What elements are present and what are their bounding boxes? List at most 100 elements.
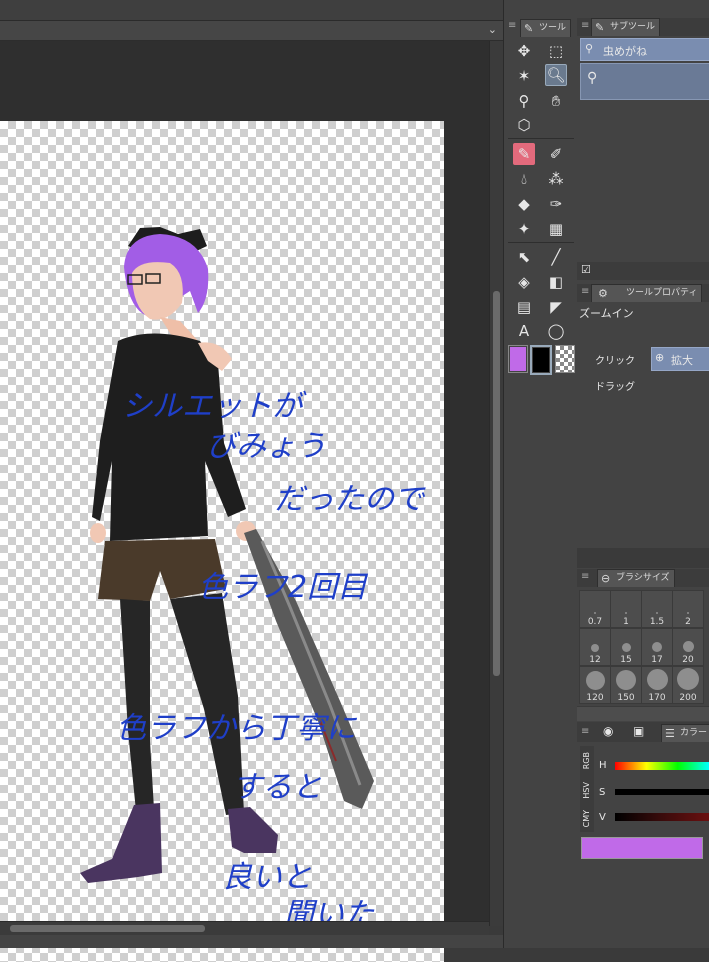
brush-size-cell[interactable]: 150	[610, 666, 642, 704]
horizontal-scroll-thumb[interactable]	[10, 925, 205, 932]
menu-icon[interactable]: ≡	[581, 286, 589, 297]
tab-color[interactable]: ☰ カラー	[661, 724, 709, 742]
settings-icon[interactable]: ☑	[581, 263, 591, 276]
saturation-slider[interactable]	[615, 789, 709, 795]
brush-size-cell[interactable]: 15	[610, 628, 642, 666]
cmy-tab[interactable]: CMY	[582, 810, 591, 827]
transparent-color-swatch[interactable]	[555, 345, 575, 373]
move-tool-icon[interactable]: ✥	[513, 40, 535, 62]
brush-size-value: 2	[685, 617, 691, 627]
airbrush-tool-icon[interactable]: ⁂	[545, 168, 567, 190]
zoom-tool-icon[interactable]: 🔍︎	[545, 64, 567, 86]
line-tool-icon[interactable]: ╱	[545, 246, 567, 268]
object-select-tool-icon[interactable]: ⬉	[513, 246, 535, 268]
tab-subtool-label: サブツール	[610, 22, 656, 32]
tool-palette: ≡ ✎ ツール ✥ ⬚ ✶ 🔍︎ ⚲ ✋︎ ⬡ ✎ ✐ 💧︎ ⁂ ◆ ✑ ✦ ▦…	[503, 0, 578, 948]
3d-object-tool-icon[interactable]: ⬡	[513, 114, 535, 136]
brush-size-preview-dot	[591, 644, 599, 652]
grid-tool-icon[interactable]: ▦	[545, 218, 567, 240]
ruler-tool-icon[interactable]: ◤	[545, 296, 567, 318]
tab-tool[interactable]: ✎ ツール	[520, 19, 572, 37]
tab-brush-size[interactable]: ⊖ ブラシサイズ	[597, 569, 675, 587]
color-wheel-icon[interactable]: ◉	[603, 724, 613, 738]
pen-tool-icon[interactable]: ✎	[513, 143, 535, 165]
tool-property-footer	[577, 548, 709, 568]
color-mode-tabs: RGB HSV CMY	[580, 746, 594, 832]
magic-wand-tool-icon[interactable]: ✶	[513, 65, 535, 87]
sparkle-tool-icon[interactable]: ✦	[513, 218, 535, 240]
subtool-item-label: 虫めがね	[603, 45, 647, 58]
menu-icon[interactable]: ≡	[581, 571, 589, 582]
color-set-icon[interactable]: ▣	[633, 724, 644, 738]
tool-property-title: ズームイン	[579, 307, 634, 320]
brush-size-cell[interactable]: 17	[641, 628, 673, 666]
brush-size-preview-dot	[625, 612, 627, 614]
brush-size-preview-dot	[652, 642, 662, 652]
brush-size-cell[interactable]: 200	[672, 666, 704, 704]
sub-color-swatch[interactable]	[530, 345, 552, 375]
gradient-tool-icon[interactable]: ◧	[545, 271, 567, 293]
brush-size-value: 200	[679, 693, 697, 703]
balloon-tool-icon[interactable]: ◯	[545, 320, 567, 342]
rect-select-tool-icon[interactable]: ⬚	[545, 40, 567, 62]
menu-icon[interactable]: ≡	[581, 20, 589, 31]
hsv-tab[interactable]: HSV	[582, 782, 591, 799]
canvas-tab-bar: ⌄	[0, 21, 503, 41]
status-bar	[0, 935, 503, 948]
brush-size-preview-dot	[656, 612, 658, 614]
eraser-tool-icon[interactable]: ◆	[513, 193, 535, 215]
tab-tool-property[interactable]: ⚙ ツールプロパティ	[591, 284, 703, 302]
sub-color-fill	[533, 348, 549, 372]
vertical-scroll-thumb[interactable]	[493, 291, 500, 676]
value-slider[interactable]	[615, 813, 709, 821]
click-action-select[interactable]: ⊕ 拡大	[651, 347, 709, 371]
brush-size-cell[interactable]: 20	[672, 628, 704, 666]
brush-size-row-partial	[577, 706, 709, 721]
main-color-swatch[interactable]	[508, 345, 528, 373]
color-slider-icon: ☰	[665, 727, 675, 740]
brush-size-preview-dot	[594, 612, 596, 614]
drag-label: ドラッグ	[595, 382, 635, 393]
drawing-canvas[interactable]: シルエットが びみょう だったので 色ラフ2回目 色ラフから丁寧に すると 良い…	[0, 121, 444, 962]
subtool-item-magnifier-preview[interactable]: ⚲	[580, 63, 709, 100]
pencil-tool-icon[interactable]: ✐	[545, 143, 567, 165]
hand-tool-icon[interactable]: ✋︎	[545, 90, 567, 112]
brush-size-cell[interactable]: 12	[579, 628, 611, 666]
rgb-tab[interactable]: RGB	[582, 752, 591, 769]
brush-size-cell[interactable]: 2	[672, 590, 704, 628]
tab-brush-size-label: ブラシサイズ	[616, 573, 670, 583]
eyedropper-tool-icon[interactable]: ⚲	[513, 90, 535, 112]
brush-size-cell[interactable]: 1	[610, 590, 642, 628]
current-color-bar[interactable]	[581, 837, 703, 859]
brush-size-cell[interactable]: 170	[641, 666, 673, 704]
hue-slider[interactable]	[615, 762, 709, 770]
character-illustration	[80, 227, 374, 883]
fill-tool-icon[interactable]: ◈	[513, 271, 535, 293]
horizontal-scrollbar[interactable]	[0, 921, 489, 935]
decoration-tool-icon[interactable]: ✑	[545, 193, 567, 215]
note-line-7: 良いと	[222, 860, 312, 895]
brush-size-value: 170	[648, 693, 666, 703]
tab-color-label: カラー	[680, 728, 708, 738]
text-tool-icon[interactable]: A	[513, 320, 535, 342]
click-action-value: 拡大	[671, 354, 693, 367]
menu-icon[interactable]: ≡	[508, 20, 516, 31]
frame-tool-icon[interactable]: ▤	[513, 296, 535, 318]
tab-tool-label: ツール	[539, 23, 567, 33]
menu-bar	[0, 0, 503, 21]
brush-size-value: 15	[620, 655, 632, 665]
menu-icon[interactable]: ≡	[581, 726, 589, 737]
canvas-workspace[interactable]: シルエットが びみょう だったので 色ラフ2回目 色ラフから丁寧に すると 良い…	[0, 41, 489, 962]
brush-size-cell[interactable]: 120	[579, 666, 611, 704]
subtool-item-magnifier[interactable]: ⚲ 虫めがね	[580, 38, 709, 61]
vertical-scrollbar[interactable]	[489, 41, 503, 926]
chevron-down-icon[interactable]: ⌄	[488, 23, 497, 36]
brush-size-preview-dot	[616, 670, 636, 690]
brush-size-cell[interactable]: 1.5	[641, 590, 673, 628]
magnifier-icon: ⚲	[587, 70, 598, 86]
brush-size-cell[interactable]: 0.7	[579, 590, 611, 628]
pen-icon: ✎	[595, 21, 605, 34]
hue-label: H	[599, 760, 607, 771]
tab-subtool[interactable]: ✎ サブツール	[591, 18, 661, 36]
blend-tool-icon[interactable]: 💧︎	[513, 168, 535, 190]
